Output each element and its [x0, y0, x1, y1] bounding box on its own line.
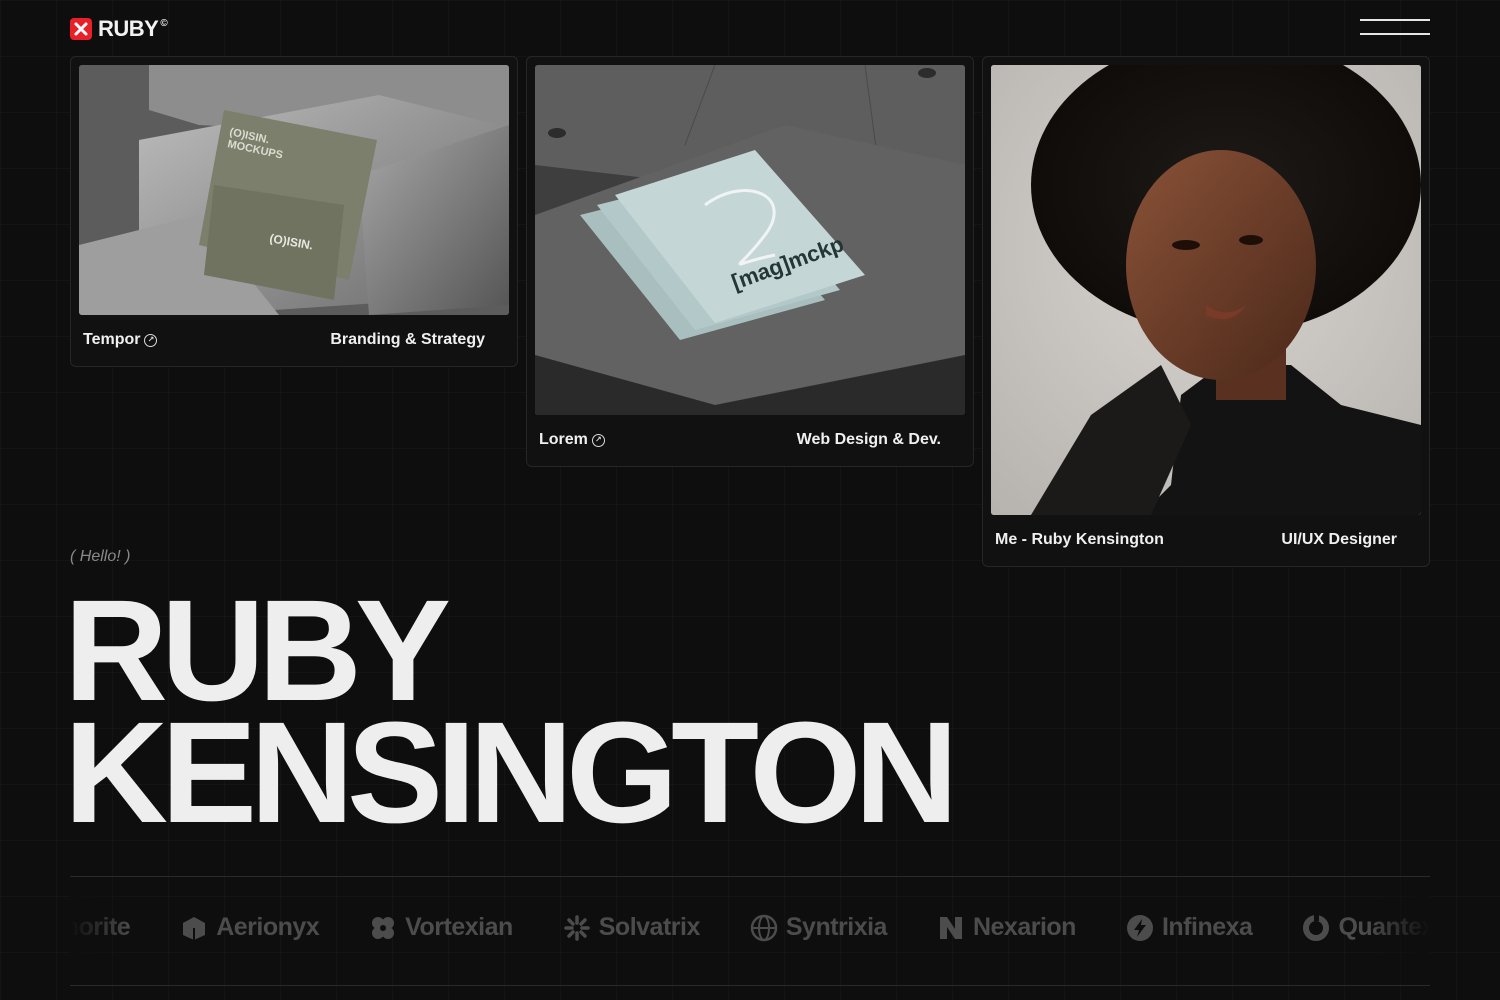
project-category: Web Design & Dev.: [796, 431, 941, 448]
client-logo: Nexarion: [937, 913, 1076, 942]
about-card-portrait[interactable]: Me - Ruby Kensington UI/UX Designer: [982, 56, 1430, 567]
copyright-mark: ©: [160, 18, 168, 29]
client-logo: Infinexa: [1126, 913, 1253, 942]
pinwheel-icon: [369, 914, 397, 942]
client-logos-strip: umorite Aerionyx Vortexian Solvatrix Syn…: [70, 877, 1430, 985]
hello-label: ( Hello! ): [70, 548, 131, 565]
project-name: Lorem ↗: [539, 431, 605, 449]
arrow-up-right-icon: ↗: [591, 433, 605, 447]
hamburger-icon[interactable]: [1360, 18, 1430, 36]
logo[interactable]: RUBY ©: [70, 16, 168, 42]
client-logo: Vortexian: [369, 913, 513, 942]
project-card-lorem[interactable]: [mag]mckp Lorem ↗ Web Design & Dev.: [526, 56, 974, 467]
globe-icon: [750, 914, 778, 942]
divider-bottom: [70, 985, 1430, 986]
logo-x-icon: [70, 18, 92, 40]
cube-icon: [180, 914, 208, 942]
about-role: UI/UX Designer: [1281, 531, 1397, 548]
project-name: Tempor ↗: [83, 331, 158, 349]
logo-text: RUBY: [98, 16, 159, 41]
arrow-up-right-icon: ↗: [144, 333, 158, 347]
project-category: Branding & Strategy: [330, 331, 485, 348]
project-card-tempor[interactable]: (O)ISIN. (O)ISIN. MOCKUPS Tempor ↗ Brand…: [70, 56, 518, 367]
client-logo: Solvatrix: [563, 913, 700, 942]
hero-last-name: KENSINGTON: [64, 692, 958, 853]
sunburst-icon: [563, 914, 591, 942]
bolt-icon: [1126, 914, 1154, 942]
hero-name: RUBY KENSINGTON: [64, 579, 958, 853]
magazine-mockup-image: [mag]mckp: [535, 65, 965, 415]
business-card-mockup-image: (O)ISIN. (O)ISIN. MOCKUPS: [79, 65, 509, 315]
client-logo: Syntrixia: [750, 913, 887, 942]
portrait-photo: [991, 65, 1421, 515]
client-logo: Aerionyx: [180, 913, 320, 942]
ring-icon: [1302, 913, 1330, 942]
n-logo-icon: [937, 914, 965, 942]
about-name: Me - Ruby Kensington: [995, 531, 1164, 548]
